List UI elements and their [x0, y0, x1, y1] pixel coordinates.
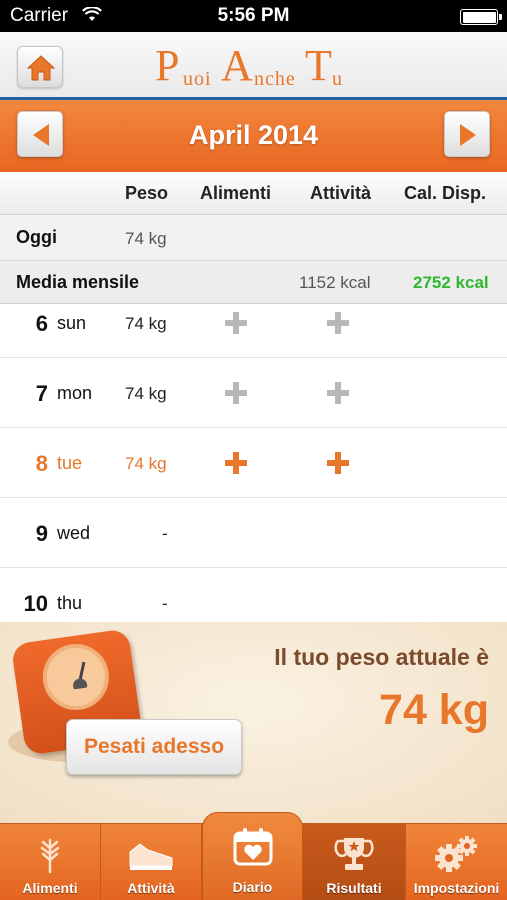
day-name: tue [57, 453, 83, 473]
month-navigator: April 2014 [0, 100, 507, 172]
col-alimenti: Alimenti [200, 183, 272, 203]
day-peso: 74 kg [125, 454, 167, 473]
day-list[interactable]: 6 sun 74 kg 7 mon 74 kg 8 tue 74 kg 9 we… [0, 305, 507, 622]
column-header-row: Peso Alimenti Attività Cal. Disp. [0, 172, 507, 215]
today-label: Oggi [16, 227, 57, 247]
day-row[interactable]: 9 wed - [0, 498, 507, 568]
col-peso: Peso [125, 183, 169, 203]
add-activity-icon[interactable] [327, 382, 349, 404]
day-peso: - [162, 524, 168, 543]
home-icon [26, 55, 56, 81]
arrow-right-icon [460, 124, 476, 146]
monthly-average-attivita: 1152 kcal [299, 273, 371, 292]
day-row[interactable]: 10 thu - [0, 568, 507, 622]
gears-icon [434, 836, 477, 872]
day-row[interactable]: 6 sun 74 kg [0, 305, 507, 358]
add-activity-icon[interactable] [327, 452, 349, 474]
home-button[interactable] [17, 46, 63, 88]
current-weight-panel: Pesati adesso Il tuo peso attuale è 74 k… [0, 622, 507, 823]
monthly-average-label: Media mensile [16, 272, 140, 292]
app-logo: P uoi A nche T u [155, 41, 343, 90]
day-name: mon [57, 383, 93, 403]
today-peso: 74 kg [125, 229, 167, 248]
col-attivita: Attività [310, 183, 372, 203]
wheat-icon [40, 838, 60, 874]
status-bar: Carrier 5:56 PM [0, 0, 507, 32]
trophy-icon [334, 838, 374, 870]
day-name: wed [57, 523, 91, 543]
tab-impostazioni[interactable]: Impostazioni [406, 824, 507, 900]
day-number: 7 [35, 381, 48, 406]
col-cal-disp: Cal. Disp. [404, 183, 487, 203]
tab-alimenti[interactable]: Alimenti [0, 824, 101, 900]
month-title: April 2014 [188, 120, 319, 150]
add-food-icon[interactable] [225, 382, 247, 404]
sneaker-icon [129, 843, 173, 870]
today-summary-row[interactable]: Oggi 74 kg [0, 215, 507, 261]
day-number: 9 [35, 521, 48, 546]
day-name: sun [57, 313, 87, 333]
calendar-heart-icon [233, 828, 272, 866]
day-number: 6 [35, 311, 48, 336]
day-peso: - [162, 594, 168, 613]
day-number: 10 [23, 591, 48, 616]
next-month-button[interactable] [444, 111, 490, 157]
day-row-today[interactable]: 8 tue 74 kg [0, 428, 507, 498]
weigh-now-button[interactable]: Pesati adesso [66, 719, 242, 775]
app-header: P uoi A nche T u [0, 32, 507, 100]
day-number: 8 [35, 451, 48, 476]
battery-icon [460, 9, 502, 25]
tab-bar: Alimenti Attività Diario Risultati Impos… [0, 812, 507, 900]
day-row[interactable]: 7 mon 74 kg [0, 358, 507, 428]
add-food-icon[interactable] [225, 452, 247, 474]
monthly-average-row: Media mensile 1152 kcal 2752 kcal [0, 261, 507, 304]
day-peso: 74 kg [125, 384, 167, 403]
status-time: 5:56 PM [217, 5, 290, 26]
day-name: thu [57, 593, 83, 613]
current-weight-caption: Il tuo peso attuale è [274, 644, 489, 670]
tab-attivita[interactable]: Attività [101, 824, 202, 900]
monthly-average-cal-disp: 2752 kcal [413, 273, 489, 292]
add-activity-icon[interactable] [327, 312, 349, 334]
add-food-icon[interactable] [225, 312, 247, 334]
day-peso: 74 kg [125, 314, 167, 333]
tab-risultati[interactable]: Risultati [303, 824, 406, 900]
current-weight-value: 74 kg [379, 686, 489, 734]
tab-diario[interactable]: Diario [202, 812, 303, 900]
